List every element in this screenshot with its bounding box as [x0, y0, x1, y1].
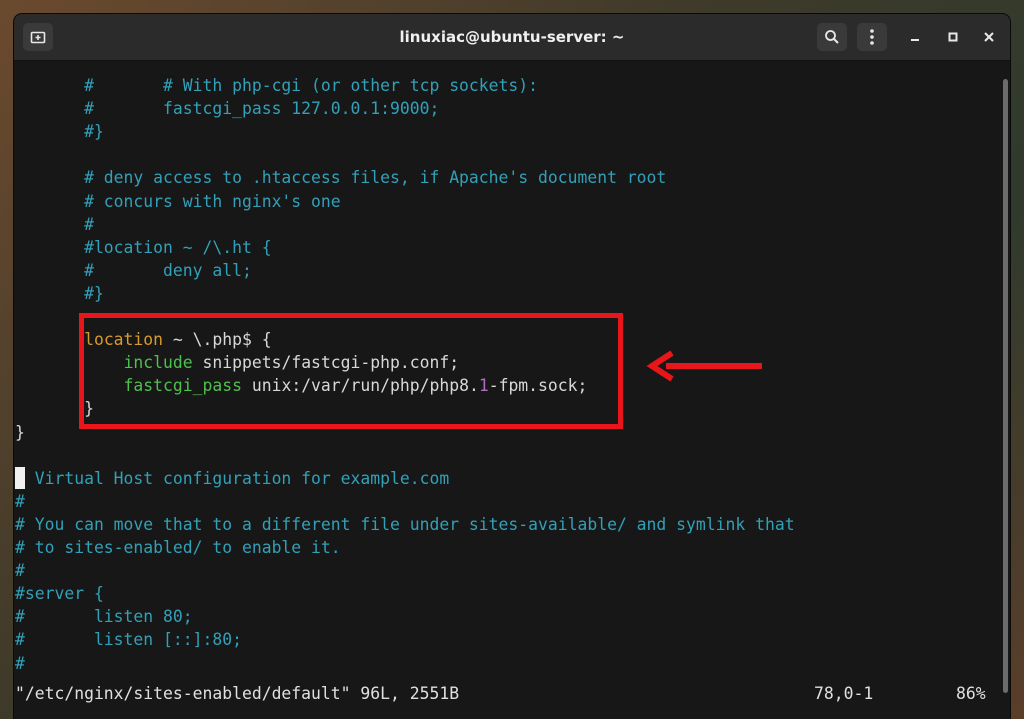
code-token: } [15, 422, 25, 442]
code-token: #} [15, 283, 104, 303]
scrollbar-thumb[interactable] [1003, 79, 1008, 693]
code-token: # Virtual Host configuration for example… [15, 468, 450, 488]
code-line: # [15, 490, 25, 513]
code-line: # You can move that to a different file … [15, 513, 795, 536]
code-line: # Virtual Host configuration for example… [15, 467, 449, 490]
title-bar: linuxiac@ubuntu-server: ~ [14, 14, 1010, 61]
code-token: # # With php-cgi (or other tcp sockets): [15, 76, 539, 95]
code-line: # [15, 652, 25, 675]
code-token: # listen 80; [15, 607, 193, 627]
code-line: # listen 80; [15, 605, 193, 628]
code-token: # [15, 561, 25, 581]
code-token: # fastcgi_pass 127.0.0.1:9000; [15, 99, 440, 119]
maximize-button[interactable] [938, 23, 968, 51]
terminal-window: linuxiac@ubuntu-server: ~ # # With php-c… [14, 14, 1010, 719]
code-token: # deny access to .htaccess files, if Apa… [15, 168, 667, 188]
text-cursor [15, 467, 25, 489]
code-line: # deny all; [15, 259, 252, 282]
search-icon [825, 30, 839, 44]
close-icon [984, 32, 994, 42]
code-token: # to sites-enabled/ to enable it. [15, 538, 341, 557]
search-button[interactable] [817, 23, 847, 51]
code-token: # deny all; [15, 260, 252, 280]
code-token: # [15, 214, 94, 234]
code-line: # to sites-enabled/ to enable it. [15, 536, 341, 559]
status-file-info: "/etc/nginx/sites-enabled/default" 96L, … [15, 684, 460, 703]
code-token: # [15, 491, 25, 511]
new-tab-icon [30, 31, 46, 44]
new-tab-button[interactable] [23, 23, 53, 51]
terminal-content[interactable]: # # With php-cgi (or other tcp sockets):… [14, 61, 1002, 719]
code-token: # You can move that to a different file … [15, 514, 795, 534]
code-line: } [15, 421, 25, 444]
code-token: # listen [::]:80; [15, 630, 242, 650]
code-line: # fastcgi_pass 127.0.0.1:9000; [15, 97, 439, 120]
code-line: # # With php-cgi (or other tcp sockets): [15, 74, 538, 97]
code-token: #server { [15, 584, 104, 604]
arrow-left-icon [646, 350, 762, 382]
code-token: #} [15, 122, 104, 142]
code-line: # concurs with nginx's one [15, 190, 341, 213]
highlight-box [79, 313, 623, 429]
code-line: # deny access to .htaccess files, if Apa… [15, 166, 666, 189]
menu-button[interactable] [857, 23, 887, 51]
code-token: # concurs with nginx's one [15, 191, 341, 211]
close-button[interactable] [974, 23, 1004, 51]
status-cursor-position: 78,0-1 [814, 684, 874, 703]
code-token: #location ~ /\.ht { [15, 237, 272, 257]
code-line: # listen [::]:80; [15, 628, 242, 651]
kebab-menu-icon [870, 29, 874, 45]
code-line: # [15, 559, 25, 582]
code-line: #} [15, 120, 104, 143]
code-token: # [15, 653, 25, 673]
maximize-icon [948, 32, 958, 42]
code-line: # [15, 213, 94, 236]
code-line: #location ~ /\.ht { [15, 236, 272, 259]
status-scroll-percent: 86% [956, 684, 986, 703]
minimize-icon [911, 39, 919, 41]
minimize-button[interactable] [900, 23, 930, 51]
code-line: #} [15, 282, 104, 305]
scrollbar[interactable] [1002, 61, 1010, 719]
code-line: #server { [15, 582, 104, 605]
